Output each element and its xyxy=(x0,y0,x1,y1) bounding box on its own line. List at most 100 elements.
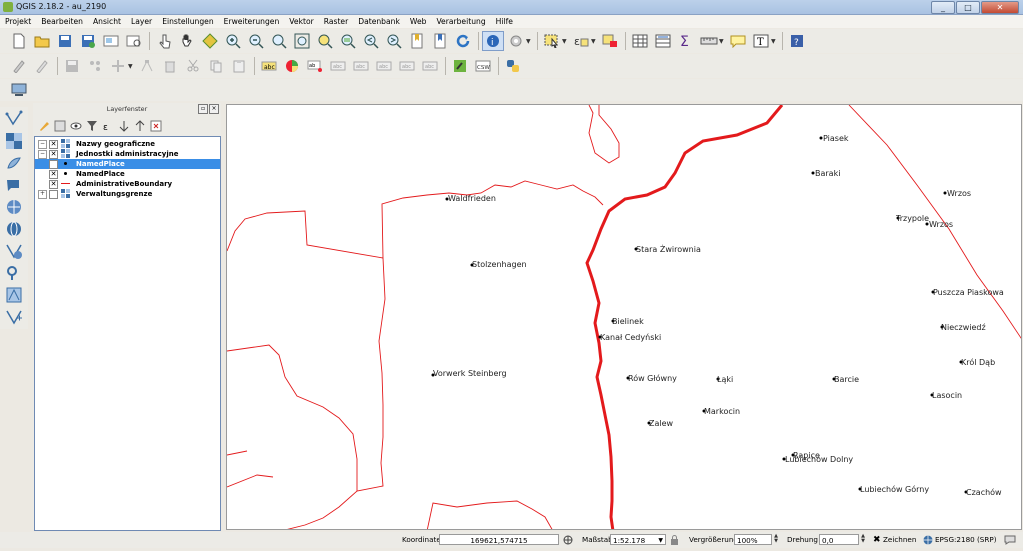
map-tips-icon[interactable] xyxy=(727,31,749,51)
layer-row[interactable]: − ✕ Jednostki administracyjne xyxy=(35,149,220,159)
zoom-in-icon[interactable] xyxy=(222,31,244,51)
paste-features-icon[interactable] xyxy=(228,56,250,76)
render-checkbox[interactable]: ✖ xyxy=(873,532,881,548)
zoom-actual-icon[interactable] xyxy=(268,31,290,51)
menu-vektor[interactable]: Vektor xyxy=(284,15,318,28)
magnifier-spinner[interactable]: ▲ ▼ xyxy=(772,534,780,545)
inspire-plugin-icon[interactable] xyxy=(449,56,471,76)
menu-datenbank[interactable]: Datenbank xyxy=(353,15,405,28)
add-wms-layer-icon[interactable] xyxy=(3,241,25,261)
menu-einstellungen[interactable]: Einstellungen xyxy=(157,15,218,28)
zoom-full-icon[interactable] xyxy=(291,31,313,51)
maximize-button[interactable]: □ xyxy=(956,1,980,14)
layer-row[interactable]: ✕ AdministrativeBoundary xyxy=(35,179,220,189)
add-wcs-layer-icon[interactable] xyxy=(3,263,25,283)
chevron-down-icon[interactable]: ▼ xyxy=(658,535,663,546)
zoom-selection-icon[interactable] xyxy=(314,31,336,51)
label-toolbar-icon[interactable]: abc xyxy=(419,56,441,76)
python-console-icon[interactable] xyxy=(502,56,524,76)
print-composer-icon[interactable] xyxy=(100,31,122,51)
minimize-button[interactable]: _ xyxy=(931,1,955,14)
measure-icon[interactable] xyxy=(698,31,720,51)
save-as-icon[interactable] xyxy=(77,31,99,51)
add-mssql-layer-icon[interactable] xyxy=(3,197,25,217)
remove-layer-icon[interactable] xyxy=(149,120,162,133)
menu-layer[interactable]: Layer xyxy=(126,15,157,28)
field-calculator-icon[interactable] xyxy=(652,31,674,51)
expand-all-icon[interactable] xyxy=(117,120,130,133)
filter-expression-icon[interactable]: ε xyxy=(101,120,114,133)
messages-icon[interactable] xyxy=(1004,532,1016,551)
add-feature-icon[interactable] xyxy=(84,56,106,76)
move-label-icon[interactable]: abc xyxy=(350,56,372,76)
coordinate-field[interactable]: 169621,574715 xyxy=(439,534,559,545)
layer-row[interactable]: − ✕ Nazwy geograficzne xyxy=(35,139,220,149)
add-oracle-layer-icon[interactable] xyxy=(3,219,25,239)
layer-visibility-checkbox[interactable] xyxy=(49,160,58,169)
delete-selected-icon[interactable] xyxy=(159,56,181,76)
rotate-label-icon[interactable]: abc xyxy=(373,56,395,76)
map-svg[interactable]: Piasek Baraki Wrzos Trzypole Wrzos Waldf… xyxy=(227,105,1022,530)
select-value-icon[interactable]: ε xyxy=(570,31,592,51)
menu-ansicht[interactable]: Ansicht xyxy=(88,15,126,28)
add-vector-layer-icon[interactable] xyxy=(3,109,25,129)
coordinate-capture-icon[interactable] xyxy=(8,80,30,100)
toggle-editing-icon[interactable] xyxy=(31,56,53,76)
layer-visibility-checkbox[interactable] xyxy=(49,190,58,199)
show-hide-labels-icon[interactable]: abc xyxy=(327,56,349,76)
layer-visibility-checkbox[interactable]: ✕ xyxy=(49,150,58,159)
show-bookmarks-icon[interactable] xyxy=(429,31,451,51)
csw-icon[interactable]: CSW xyxy=(472,56,494,76)
pan-to-selection-icon[interactable] xyxy=(199,31,221,51)
add-postgis-layer-icon[interactable] xyxy=(3,153,25,173)
refresh-icon[interactable] xyxy=(452,31,474,51)
current-edits-icon[interactable] xyxy=(8,56,30,76)
deselect-icon[interactable] xyxy=(599,31,621,51)
map-canvas[interactable]: Piasek Baraki Wrzos Trzypole Wrzos Waldf… xyxy=(226,104,1022,530)
new-shapefile-icon[interactable] xyxy=(3,307,25,327)
rotation-field[interactable]: 0,0 xyxy=(819,534,859,545)
layer-row-selected[interactable]: NamedPlace xyxy=(35,159,220,169)
layer-row[interactable]: ✕ NamedPlace xyxy=(35,169,220,179)
run-action-icon[interactable] xyxy=(505,31,527,51)
node-tool-icon[interactable] xyxy=(136,56,158,76)
close-panel-button[interactable]: × xyxy=(209,104,219,114)
cut-features-icon[interactable] xyxy=(182,56,204,76)
expand-toggle[interactable]: + xyxy=(38,190,47,199)
menu-erweiterungen[interactable]: Erweiterungen xyxy=(219,15,285,28)
float-panel-button[interactable]: ▫ xyxy=(198,104,208,114)
scale-combo[interactable]: 1:52.178 ▼ xyxy=(610,534,666,545)
add-spatialite-layer-icon[interactable] xyxy=(3,175,25,195)
save-edits-icon[interactable] xyxy=(61,56,83,76)
composer-manager-icon[interactable] xyxy=(123,31,145,51)
attribute-table-icon[interactable] xyxy=(629,31,651,51)
zoom-next-icon[interactable] xyxy=(383,31,405,51)
collapse-toggle[interactable]: − xyxy=(38,150,47,159)
new-project-icon[interactable] xyxy=(8,31,30,51)
lock-scale-icon[interactable] xyxy=(670,532,679,551)
toggle-extents-icon[interactable] xyxy=(563,532,573,551)
copy-features-icon[interactable] xyxy=(205,56,227,76)
diagram-icon[interactable] xyxy=(281,56,303,76)
style-icon[interactable] xyxy=(37,120,50,133)
new-bookmark-icon[interactable] xyxy=(406,31,428,51)
layer-row[interactable]: + Verwaltungsgrenze xyxy=(35,189,220,199)
pan-icon[interactable] xyxy=(176,31,198,51)
help-icon[interactable]: ? xyxy=(786,31,808,51)
collapse-toggle[interactable]: − xyxy=(38,140,47,149)
layer-visibility-checkbox[interactable]: ✕ xyxy=(49,180,58,189)
menu-raster[interactable]: Raster xyxy=(319,15,354,28)
menu-projekt[interactable]: Projekt xyxy=(0,15,36,28)
layer-visibility-checkbox[interactable]: ✕ xyxy=(49,170,58,179)
text-annotation-icon[interactable]: T xyxy=(750,31,772,51)
menu-verarbeitung[interactable]: Verarbeitung xyxy=(431,15,490,28)
crs-globe-icon[interactable] xyxy=(923,532,933,551)
zoom-out-icon[interactable] xyxy=(245,31,267,51)
pin-labels-icon[interactable]: ab xyxy=(304,56,326,76)
crs-label[interactable]: EPSG:2180 (SRP) xyxy=(935,532,997,548)
zoom-layer-icon[interactable] xyxy=(337,31,359,51)
open-project-icon[interactable] xyxy=(31,31,53,51)
select-feature-icon[interactable] xyxy=(541,31,563,51)
menu-hilfe[interactable]: Hilfe xyxy=(491,15,518,28)
menu-web[interactable]: Web xyxy=(405,15,432,28)
